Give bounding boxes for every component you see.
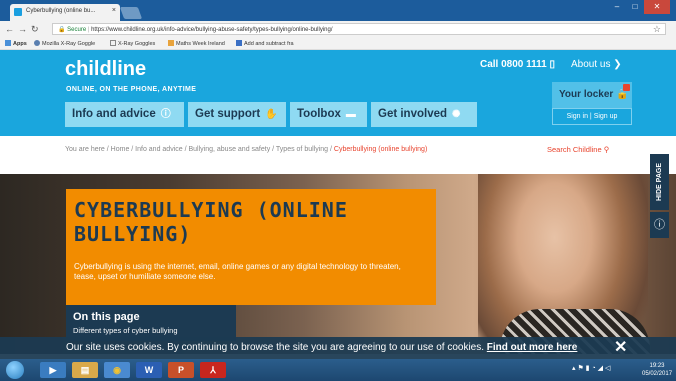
info-circle-icon[interactable]: ⓘ	[650, 212, 669, 238]
breadcrumb-current: Cyberbullying (online bullying)	[333, 146, 428, 153]
maths-icon	[168, 40, 174, 46]
back-arrow-icon[interactable]: ←	[5, 23, 14, 35]
bookmark-xray[interactable]: X-Ray Goggles	[110, 40, 155, 47]
childline-logo[interactable]: childline	[65, 58, 146, 81]
sign-up-link[interactable]: Sign up	[594, 113, 618, 120]
taskbar-clock[interactable]: 19:23 05/02/2017	[642, 362, 672, 378]
find-out-more-link[interactable]: Find out more here	[487, 342, 578, 353]
about-us-link[interactable]: About us ❯	[571, 59, 622, 70]
nav-info-and-advice[interactable]: Info and advice ⓘ	[65, 102, 184, 127]
file-explorer-icon[interactable]: ▤	[72, 362, 98, 378]
bookmark-star-icon[interactable]: ☆	[653, 24, 661, 35]
address-input[interactable]: 🔒 Secure | https://www.childline.org.uk/…	[52, 23, 666, 35]
minimize-icon[interactable]: –	[608, 0, 626, 14]
browser-tab[interactable]: Cyberbullying (online bu... ×	[10, 4, 120, 21]
cookie-banner: Our site uses cookies. By continuing to …	[0, 337, 676, 359]
close-window-icon[interactable]: ✕	[644, 0, 670, 14]
on-this-page-heading: On this page	[73, 311, 140, 323]
page-icon	[110, 40, 116, 46]
start-button-icon[interactable]	[6, 361, 24, 379]
notification-badge	[623, 84, 630, 91]
toolbox-icon: ▬	[345, 109, 356, 120]
sign-in-link[interactable]: Sign in	[567, 113, 588, 120]
windows-taskbar: ▶ ▤ ◉ W P ⅄ ▴ ⚑ ▮ ◔ ◢ ◁ 19:23 05/02/2017	[0, 359, 676, 381]
favicon-icon	[14, 8, 22, 16]
hide-page-button[interactable]: HIDE PAGE	[650, 154, 669, 210]
hand-icon: ✋	[265, 109, 278, 120]
bookmark-maths[interactable]: Maths Week Ireland	[168, 40, 225, 47]
apps-grid-icon	[5, 40, 11, 46]
info-icon: ⓘ	[160, 109, 171, 120]
on-this-page-panel: On this page Different types of cyber bu…	[66, 305, 236, 341]
maximize-icon[interactable]: □	[626, 0, 644, 14]
close-cookie-icon[interactable]: ✕	[614, 337, 627, 359]
nav-get-support[interactable]: Get support ✋	[188, 102, 286, 127]
your-locker-button[interactable]: Your locker 🔒	[552, 82, 632, 108]
search-icon: ⚲	[603, 145, 610, 154]
nav-toolbox[interactable]: Toolbox ▬	[290, 102, 367, 127]
bookmark-mozilla[interactable]: Mozilla X-Ray Goggle	[34, 40, 95, 47]
call-number[interactable]: Call 0800 1111 ▯	[480, 59, 555, 70]
nav-get-involved[interactable]: Get involved ✺	[371, 102, 477, 127]
acrobat-icon[interactable]: ⅄	[200, 362, 226, 378]
page-intro: Cyberbullying is using the internet, ema…	[74, 262, 401, 281]
address-bar-row: ← → ↻ 🔒 Secure | https://www.childline.o…	[0, 21, 676, 37]
close-tab-icon[interactable]: ×	[112, 7, 116, 14]
tab-title: Cyberbullying (online bu...	[26, 8, 96, 14]
bookmark-icon	[236, 40, 242, 46]
bookmarks-bar: Apps Mozilla X-Ray Goggle X-Ray Goggles …	[0, 37, 676, 50]
reload-icon[interactable]: ↻	[31, 23, 39, 35]
phone-icon: ▯	[549, 59, 556, 70]
system-tray-icons[interactable]: ▴ ⚑ ▮ ◔ ◢ ◁	[572, 364, 610, 372]
bookmark-apps[interactable]: Apps	[5, 40, 27, 47]
sign-in-box: Sign in | Sign up	[552, 108, 632, 125]
tagline: ONLINE, ON THE PHONE, ANYTIME	[66, 86, 197, 93]
word-icon[interactable]: W	[136, 362, 162, 378]
mozilla-icon	[34, 40, 40, 46]
cookie-message: Our site uses cookies. By continuing to …	[66, 342, 578, 353]
url-text: https://www.childline.org.uk/info-advice…	[91, 27, 333, 33]
breadcrumb: You are here / Home / Info and advice / …	[65, 146, 428, 153]
media-player-icon[interactable]: ▶	[40, 362, 66, 378]
search-link[interactable]: Search Childline ⚲	[547, 145, 609, 154]
bookmark-add-subtract[interactable]: Add and subtract fra	[236, 40, 294, 47]
on-this-page-link[interactable]: Different types of cyber bullying	[73, 326, 236, 335]
forward-arrow-icon[interactable]: →	[18, 23, 27, 35]
lightbulb-icon: ✺	[452, 109, 461, 120]
powerpoint-icon[interactable]: P	[168, 362, 194, 378]
secure-label: Secure	[67, 27, 87, 33]
chrome-icon[interactable]: ◉	[104, 362, 130, 378]
new-tab-button[interactable]	[119, 7, 143, 19]
page-title: CYBERBULLYING (ONLINE BULLYING)	[74, 198, 348, 246]
lock-icon: 🔒	[58, 27, 68, 33]
browser-tab-bar: Cyberbullying (online bu... × – □ ✕	[0, 0, 676, 21]
